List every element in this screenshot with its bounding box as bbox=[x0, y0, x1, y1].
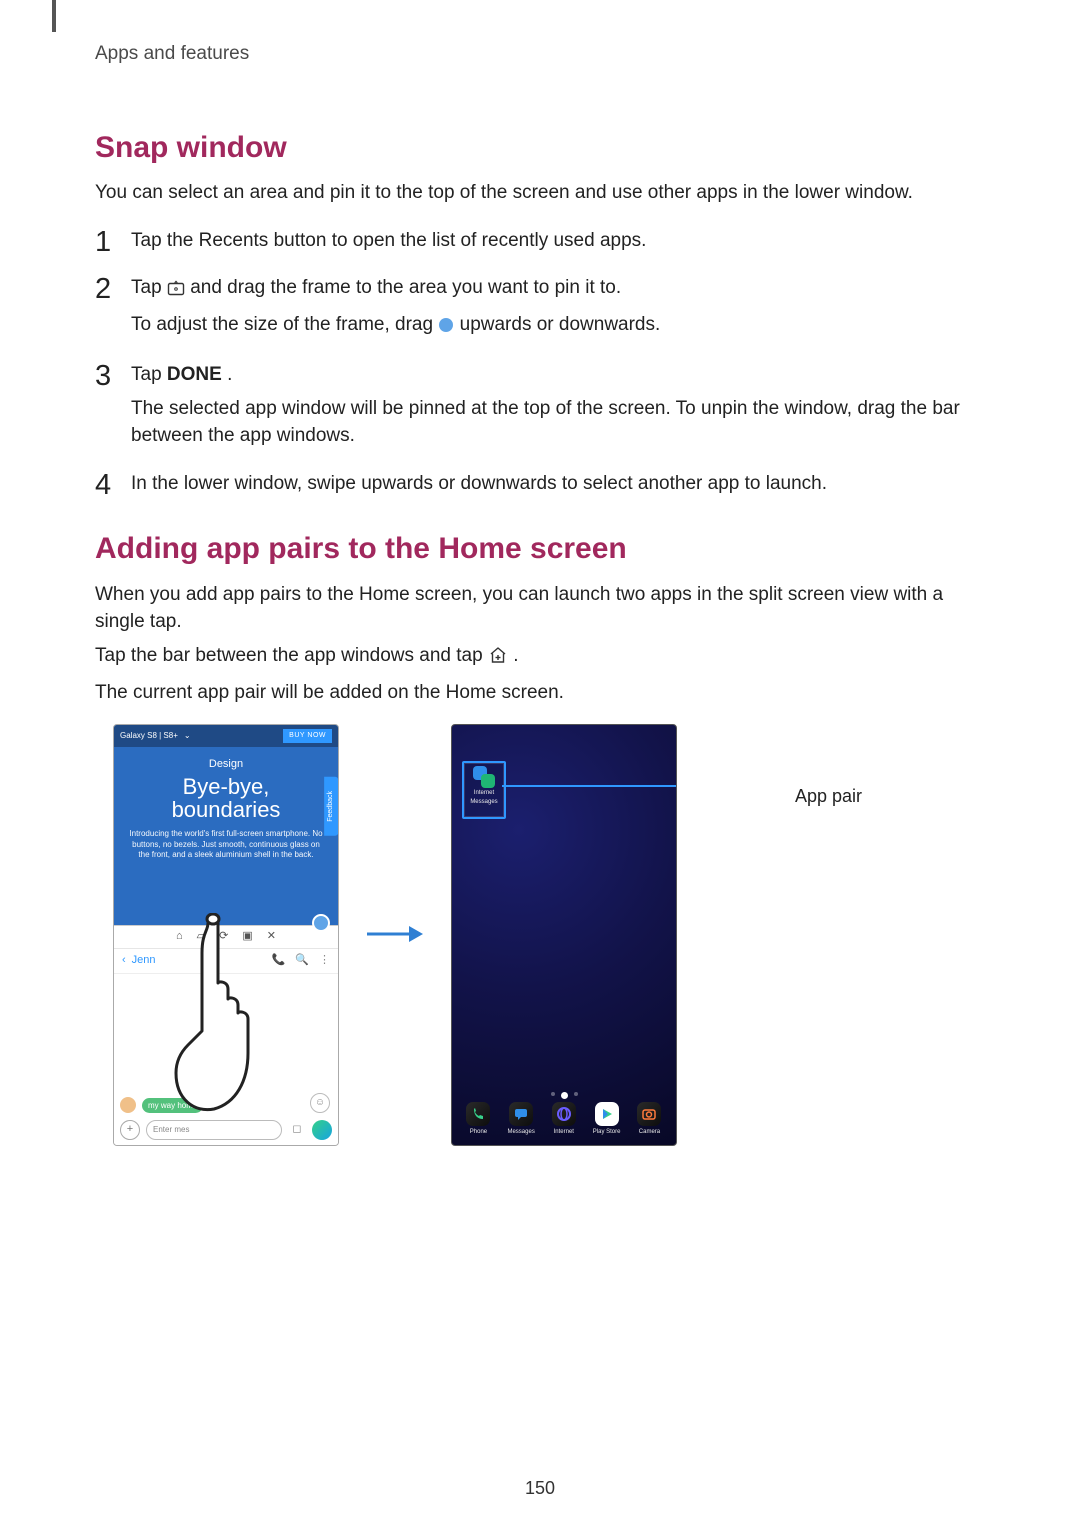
message-bubble: my way home bbox=[142, 1098, 203, 1114]
feedback-tab: Feedback bbox=[324, 777, 338, 836]
close-mini-icon: ✕ bbox=[267, 929, 276, 945]
split-controls-bar: ⌂ ▱ ⟳ ▣ ✕ bbox=[114, 925, 338, 949]
dock-app-phone: Phone bbox=[466, 1102, 490, 1137]
call-icon: 📞 bbox=[272, 953, 286, 969]
dock-app-camera: Camera bbox=[637, 1102, 661, 1137]
browser-top-bar: Galaxy S8 | S8+ ⌄ BUY NOW bbox=[114, 725, 338, 747]
buy-now-button: BUY NOW bbox=[283, 729, 332, 743]
playstore-icon bbox=[595, 1102, 619, 1126]
callout-leader-line bbox=[502, 785, 677, 787]
step-2-text-b: and drag the frame to the area you want … bbox=[190, 277, 621, 298]
page-number: 150 bbox=[0, 1475, 1080, 1501]
dock-label-phone: Phone bbox=[470, 1129, 487, 1135]
profile-circle-icon: ☺ bbox=[310, 1093, 330, 1113]
home-dock: Phone Messages Internet bbox=[452, 1102, 676, 1137]
step-3: Tap DONE . The selected app window will … bbox=[95, 361, 985, 450]
hero-blurb: Introducing the world's first full-scree… bbox=[114, 821, 338, 860]
app-pairs-p2a: Tap the bar between the app windows and … bbox=[95, 645, 488, 666]
section-tab-marker bbox=[52, 0, 56, 32]
step-2-sub-a: To adjust the size of the frame, drag bbox=[131, 314, 438, 335]
snap-window-mini-icon: ▱ bbox=[197, 929, 205, 945]
snap-window-intro: You can select an area and pin it to the… bbox=[95, 179, 985, 207]
dock-app-playstore: Play Store bbox=[593, 1102, 621, 1137]
home-add-icon bbox=[488, 645, 508, 673]
breadcrumb: Apps and features bbox=[95, 40, 985, 68]
slogan: Bye-bye, boundaries bbox=[114, 775, 338, 821]
step-3-text-a: Tap bbox=[131, 364, 167, 385]
step-3-done: DONE bbox=[167, 364, 222, 385]
app-pairs-p1: When you add app pairs to the Home scree… bbox=[95, 581, 985, 636]
camera-icon: ◻ bbox=[288, 1121, 306, 1139]
pip-mini-icon: ▣ bbox=[242, 929, 252, 945]
topbar-title: Galaxy S8 | S8+ bbox=[120, 730, 178, 742]
dock-label-messages: Messages bbox=[507, 1129, 534, 1135]
slogan-line1: Bye-bye, bbox=[183, 774, 270, 799]
drag-handle-dot-icon bbox=[438, 314, 454, 342]
more-icon: ⋮ bbox=[319, 953, 330, 969]
page-indicator bbox=[452, 1092, 676, 1099]
internet-icon bbox=[552, 1102, 576, 1126]
app-pairs-p2: Tap the bar between the app windows and … bbox=[95, 642, 985, 673]
slogan-line2: boundaries bbox=[172, 797, 281, 822]
heading-snap-window: Snap window bbox=[95, 126, 985, 170]
phone-icon bbox=[466, 1102, 490, 1126]
app-pair-icon bbox=[473, 766, 495, 788]
step-1-text: Tap the Recents button to open the list … bbox=[131, 230, 646, 251]
app-pair-label-2: Messages bbox=[464, 799, 504, 806]
camera-app-icon bbox=[637, 1102, 661, 1126]
step-4-text: In the lower window, swipe upwards or do… bbox=[131, 473, 827, 494]
snap-frame-icon bbox=[167, 277, 185, 305]
resize-handle-icon bbox=[312, 914, 330, 932]
step-4: In the lower window, swipe upwards or do… bbox=[95, 470, 985, 498]
home-add-mini-icon: ⌂ bbox=[176, 929, 183, 945]
snap-window-steps: Tap the Recents button to open the list … bbox=[95, 227, 985, 498]
dock-label-playstore: Play Store bbox=[593, 1129, 621, 1135]
design-label: Design bbox=[114, 757, 338, 773]
messages-panel: ‹ Jenn 📞 🔍 ⋮ my way home ☺ + bbox=[114, 949, 338, 1146]
contact-name: Jenn bbox=[132, 953, 156, 969]
figure-phone-right: Internet Messages Phone bbox=[451, 724, 677, 1146]
messages-icon bbox=[509, 1102, 533, 1126]
app-pair-shortcut: Internet Messages bbox=[462, 761, 506, 819]
attach-plus-icon: + bbox=[120, 1120, 140, 1140]
compose-bar: + Enter mes ◻ bbox=[120, 1119, 332, 1141]
app-pairs-p3: The current app pair will be added on th… bbox=[95, 679, 985, 707]
step-3-text-c: . bbox=[227, 364, 232, 385]
app-pair-label-1: Internet bbox=[464, 790, 504, 797]
figure-wrapper: Galaxy S8 | S8+ ⌄ BUY NOW Design Bye-bye… bbox=[95, 724, 985, 1146]
step-2-text-a: Tap bbox=[131, 277, 167, 298]
dock-app-internet: Internet bbox=[552, 1102, 576, 1137]
step-2: Tap and drag the frame to the area you w… bbox=[95, 274, 985, 341]
swap-mini-icon: ⟳ bbox=[219, 929, 228, 945]
compose-field: Enter mes bbox=[146, 1120, 282, 1140]
dock-app-messages: Messages bbox=[507, 1102, 534, 1137]
heading-app-pairs: Adding app pairs to the Home screen bbox=[95, 527, 985, 571]
app-pairs-p2b: . bbox=[513, 645, 518, 666]
figure-phone-left: Galaxy S8 | S8+ ⌄ BUY NOW Design Bye-bye… bbox=[113, 724, 339, 1146]
arrow-right-icon bbox=[365, 922, 425, 946]
app-pair-callout: App pair bbox=[795, 783, 862, 809]
step-2-sub-b: upwards or downwards. bbox=[460, 314, 661, 335]
step-3-sub: The selected app window will be pinned a… bbox=[131, 395, 985, 450]
avatar-icon bbox=[120, 1097, 136, 1113]
back-chevron-icon: ‹ bbox=[122, 953, 126, 969]
search-icon: 🔍 bbox=[295, 953, 309, 969]
dock-label-internet: Internet bbox=[554, 1129, 574, 1135]
step-1: Tap the Recents button to open the list … bbox=[95, 227, 985, 255]
dock-label-camera: Camera bbox=[639, 1129, 660, 1135]
send-button-icon bbox=[312, 1120, 332, 1140]
chevron-down-icon: ⌄ bbox=[184, 730, 191, 742]
